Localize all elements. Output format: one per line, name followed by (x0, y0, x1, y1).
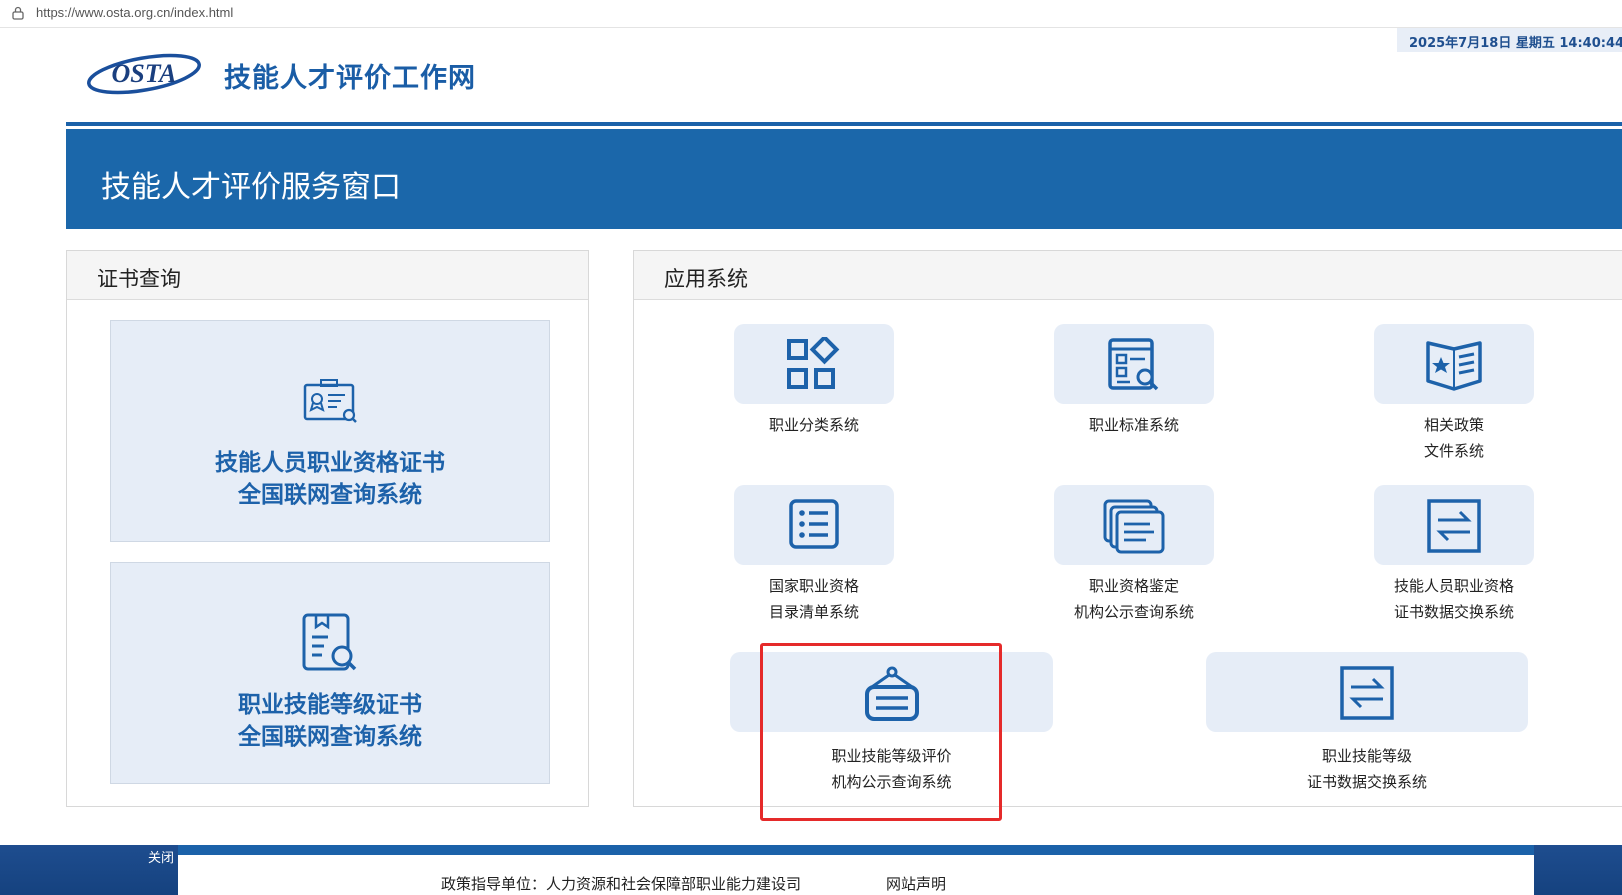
app-label: 技能人员职业资格 证书数据交换系统 (1393, 577, 1514, 621)
footer-right-block (1534, 845, 1622, 895)
app-policy-documents[interactable]: 相关政策 文件系统 (1374, 324, 1534, 464)
stacked-documents-icon (1103, 499, 1165, 554)
app-label: 职业分类系统 (768, 416, 859, 434)
app-label: 相关政策 文件系统 (1423, 416, 1484, 460)
app-label: 国家职业资格 目录清单系统 (768, 577, 859, 621)
app-label: 职业技能等级 证书数据交换系统 (1306, 747, 1427, 791)
exchange-arrows-icon (1427, 499, 1481, 553)
app-occupation-standard[interactable]: 职业标准系统 (1054, 324, 1214, 464)
app-label: 职业技能等级评价 机构公示查询系统 (831, 747, 952, 791)
cert-panel-title: 证书查询 (97, 267, 181, 291)
app-label: 职业资格鉴定 机构公示查询系统 (1073, 577, 1194, 621)
app-qualification-appraisal-org[interactable]: 职业资格鉴定 机构公示查询系统 (1054, 485, 1214, 625)
current-datetime: 2025年7月18日 星期五 14:40:44 (1409, 36, 1622, 51)
site-title[interactable]: 技能人才评价工作网 (224, 56, 476, 95)
cert-card-title: 技能人员职业资格证书 全国联网查询系统 (215, 450, 445, 508)
apps-panel-header: 应用系统 (634, 251, 1622, 300)
hanging-sign-icon (865, 666, 919, 721)
exchange-arrows-icon (1340, 666, 1394, 720)
cert-panel-header: 证书查询 (67, 251, 588, 300)
date-strip: 2025年7月18日 星期五 14:40:44 (1397, 28, 1622, 52)
banner: 技能人才评价服务窗口 (66, 129, 1622, 229)
cert-query-panel: 证书查询 技能人员职业资格证书 全国联网查询系统 职业技能等级证书 全国联网查询… (66, 250, 589, 807)
app-national-qualification-catalog[interactable]: 国家职业资格 目录清单系统 (734, 485, 894, 625)
lock-icon (12, 6, 24, 20)
policy-guide-unit: 政策指导单位：人力资源和社会保障部职业能力建设司 (441, 875, 802, 893)
certificate-search-icon (303, 379, 357, 423)
app-skill-level-cert-data-exchange[interactable]: 职业技能等级 证书数据交换系统 (1206, 652, 1528, 797)
app-occupation-classification[interactable]: 职业分类系统 (734, 324, 894, 464)
footer-top-line (66, 845, 1622, 855)
app-qualification-cert-data-exchange[interactable]: 技能人员职业资格 证书数据交换系统 (1374, 485, 1534, 625)
document-search-icon (302, 613, 357, 671)
grid-blocks-icon (787, 337, 840, 389)
osta-logo[interactable]: OSTA (84, 48, 204, 98)
cert-card-title: 职业技能等级证书 全国联网查询系统 (238, 692, 422, 750)
footer-left-block: 关闭 (0, 845, 178, 895)
list-icon (789, 499, 839, 549)
site-statement-link[interactable]: 网站声明 (886, 873, 946, 894)
apps-panel-title: 应用系统 (664, 267, 748, 291)
standard-doc-search-icon (1108, 338, 1159, 391)
skill-qualification-cert-query-card[interactable]: 技能人员职业资格证书 全国联网查询系统 (110, 320, 550, 542)
url-text[interactable]: https://www.osta.org.cn/index.html (36, 5, 233, 20)
open-book-star-icon (1426, 341, 1482, 391)
app-label: 职业标准系统 (1088, 416, 1179, 434)
banner-top-line (66, 122, 1622, 126)
app-skill-level-evaluation-org[interactable]: 职业技能等级评价 机构公示查询系统 (730, 652, 1053, 797)
close-button[interactable]: 关闭 (148, 847, 174, 866)
footer: 政策指导单位：人力资源和社会保障部职业能力建设司 网站声明 (178, 855, 1534, 895)
logo-text: OSTA (111, 59, 176, 88)
browser-url-bar[interactable]: https://www.osta.org.cn/index.html (0, 0, 1622, 28)
vocational-skill-level-cert-query-card[interactable]: 职业技能等级证书 全国联网查询系统 (110, 562, 550, 784)
banner-title: 技能人才评价服务窗口 (101, 170, 401, 205)
